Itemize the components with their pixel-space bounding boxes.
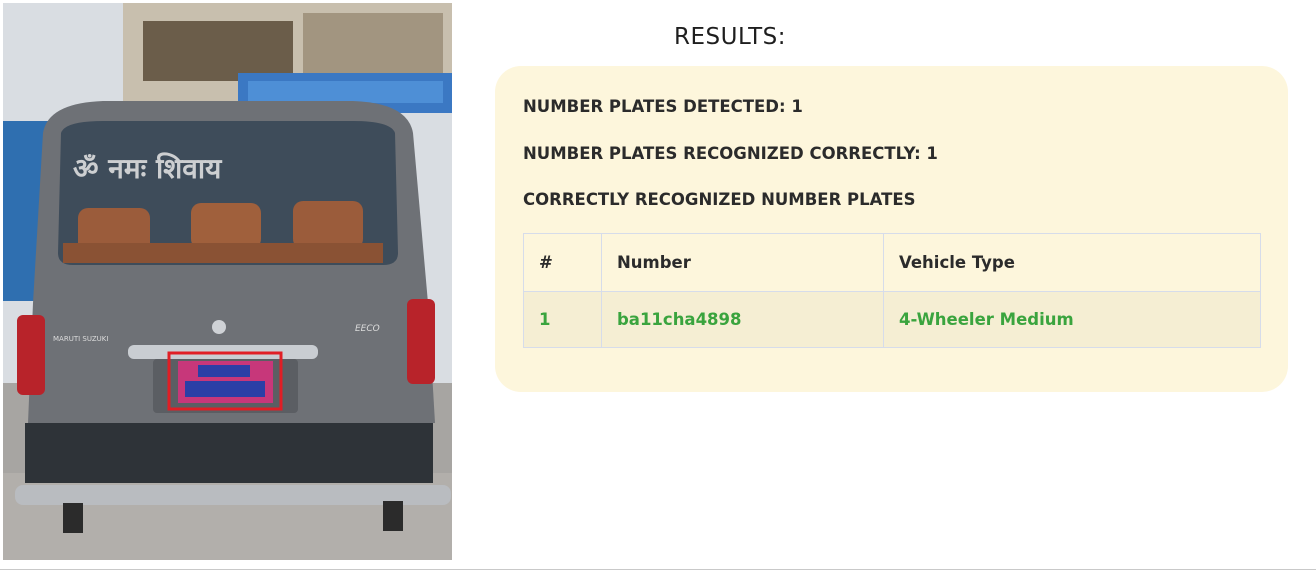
column-header-index: # [523,233,602,292]
recognized-plates-heading: CORRECTLY RECOGNIZED NUMBER PLATES [523,190,916,209]
row-vehicle-type: 4-Wheeler Medium [883,291,1261,348]
table-row: 1 ba11cha4898 4-Wheeler Medium [523,291,1261,348]
svg-text:EECO: EECO [355,324,380,334]
row-index: 1 [523,291,602,348]
column-header-vehicle-type: Vehicle Type [883,233,1261,292]
recognized-plates-table: # Number Vehicle Type 1 ba11cha4898 4-Wh… [523,233,1261,348]
row-plate-number: ba11cha4898 [601,291,884,348]
results-panel: NUMBER PLATES DETECTED: 1 NUMBER PLATES … [495,66,1288,392]
svg-text:ॐ नमः शिवाय: ॐ नमः शिवाय [73,152,223,185]
divider [0,569,1316,570]
column-header-number: Number [601,233,884,292]
vehicle-photo: ॐ नमः शिवाय MARUTI SUZUKI EECO [3,3,452,560]
plates-recognized-count: NUMBER PLATES RECOGNIZED CORRECTLY: 1 [523,144,938,163]
table-header-row: # Number Vehicle Type [523,233,1261,292]
plates-detected-count: NUMBER PLATES DETECTED: 1 [523,97,803,116]
results-title: RESULTS: [674,24,786,50]
svg-text:MARUTI SUZUKI: MARUTI SUZUKI [53,335,108,343]
